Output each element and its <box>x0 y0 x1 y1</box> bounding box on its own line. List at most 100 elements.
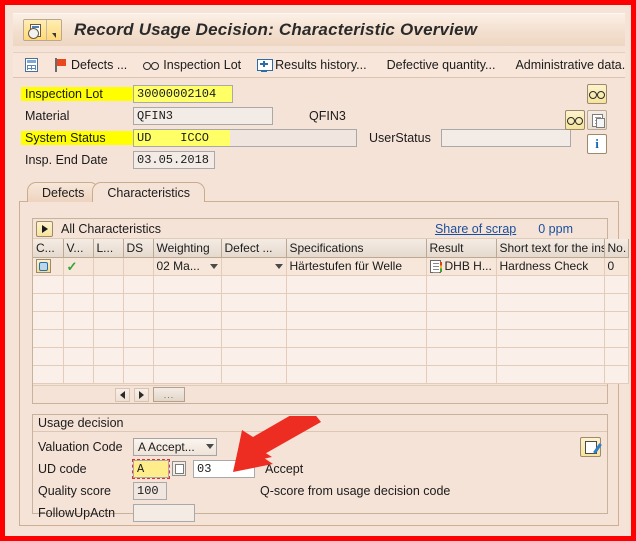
material-input[interactable]: QFIN3 <box>133 106 273 125</box>
tab-characteristics[interactable]: Characteristics <box>92 182 206 202</box>
cell-defect[interactable] <box>221 311 287 330</box>
col-l[interactable]: L... <box>93 239 124 258</box>
cell-weighting[interactable] <box>153 293 222 312</box>
arrow-left-icon[interactable] <box>115 387 130 402</box>
quality-score-input[interactable]: 100 <box>133 481 167 500</box>
cell-defect[interactable] <box>221 293 287 312</box>
cell-ds[interactable] <box>123 257 154 276</box>
grid-more-button[interactable]: ... <box>153 387 185 402</box>
table-row[interactable] <box>33 275 629 294</box>
cell-ds[interactable] <box>123 365 154 384</box>
cell-ds[interactable] <box>123 347 154 366</box>
play-triangle-icon[interactable] <box>36 220 53 237</box>
cell-l[interactable] <box>93 365 124 384</box>
cell-specifications[interactable]: Härtestufen für Welle <box>286 257 427 276</box>
glasses-button-left[interactable] <box>565 110 585 130</box>
cell-ds[interactable] <box>123 293 154 312</box>
cell-no[interactable] <box>604 275 629 294</box>
app-icon-group[interactable] <box>23 19 62 41</box>
cell-result[interactable] <box>426 347 497 366</box>
col-specifications[interactable]: Specifications <box>286 239 427 258</box>
cell-defect[interactable] <box>221 365 287 384</box>
toolbar-defects-button[interactable]: Defects ... <box>54 58 127 72</box>
cell-weighting[interactable] <box>153 365 222 384</box>
toolbar-defective-quantity-button[interactable]: Defective quantity... <box>383 58 496 72</box>
cell-result[interactable] <box>426 365 497 384</box>
cell-no[interactable] <box>604 311 629 330</box>
insp-end-date-input[interactable]: 03.05.2018 <box>133 150 215 169</box>
cell-l[interactable] <box>93 257 124 276</box>
edit-usage-decision-button[interactable] <box>580 437 601 457</box>
arrow-right-icon[interactable] <box>134 387 149 402</box>
col-weighting[interactable]: Weighting <box>153 239 222 258</box>
cell-specifications[interactable] <box>286 329 427 348</box>
cell-l[interactable] <box>93 347 124 366</box>
cell-defect[interactable] <box>221 275 287 294</box>
share-of-scrap-link[interactable]: Share of scrap <box>435 222 516 236</box>
cell-no[interactable]: 0 <box>604 257 629 276</box>
cell-weighting[interactable]: 02 Ma... <box>153 257 222 276</box>
table-row[interactable] <box>33 329 629 348</box>
cell-short-text[interactable] <box>496 293 605 312</box>
cell-result[interactable] <box>426 293 497 312</box>
cell-defect[interactable] <box>221 347 287 366</box>
cell-no[interactable] <box>604 365 629 384</box>
cell-result[interactable] <box>426 311 497 330</box>
inspection-lot-input[interactable]: 30000002104 <box>133 84 233 103</box>
cell-ds[interactable] <box>123 275 154 294</box>
table-row[interactable] <box>33 347 629 366</box>
cell-defect[interactable] <box>221 329 287 348</box>
cell-short-text[interactable] <box>496 275 605 294</box>
cell-short-text[interactable] <box>496 365 605 384</box>
table-row[interactable]: ✓ 02 Ma... Härtestufen für Welle DHB H..… <box>33 257 629 276</box>
col-ds[interactable]: DS <box>123 239 154 258</box>
table-row[interactable] <box>33 365 629 384</box>
copy-icon[interactable] <box>172 461 186 476</box>
cell-specifications[interactable] <box>286 311 427 330</box>
glasses-button-top[interactable] <box>587 84 607 104</box>
cell-l[interactable] <box>93 329 124 348</box>
toolbar-administrative-data-button[interactable]: Administrative data. <box>511 58 625 72</box>
cell-c[interactable] <box>33 293 64 312</box>
chevron-down-icon[interactable] <box>209 263 218 269</box>
cell-v[interactable] <box>63 293 94 312</box>
cell-short-text[interactable] <box>496 311 605 330</box>
cell-v[interactable] <box>63 347 94 366</box>
cell-short-text[interactable] <box>496 329 605 348</box>
cell-l[interactable] <box>93 311 124 330</box>
cell-l[interactable] <box>93 293 124 312</box>
cell-weighting[interactable] <box>153 311 222 330</box>
magnifier-grid-icon[interactable] <box>36 259 51 273</box>
valuation-code-select[interactable]: A Accept... <box>133 437 217 456</box>
cell-result[interactable] <box>426 275 497 294</box>
tab-defects[interactable]: Defects <box>27 182 100 202</box>
chevron-down-icon[interactable] <box>274 263 283 269</box>
cell-c[interactable] <box>33 311 64 330</box>
col-defect[interactable]: Defect ... <box>221 239 287 258</box>
cell-result[interactable] <box>426 329 497 348</box>
table-row[interactable] <box>33 311 629 330</box>
toolbar-grid-button[interactable] <box>25 58 38 72</box>
cell-defect[interactable] <box>221 257 287 276</box>
cell-c[interactable] <box>33 347 64 366</box>
table-row[interactable] <box>33 293 629 312</box>
follow-up-action-input[interactable] <box>133 503 195 522</box>
cell-short-text[interactable] <box>496 347 605 366</box>
cell-specifications[interactable] <box>286 275 427 294</box>
toolbar-inspection-lot-button[interactable]: Inspection Lot <box>143 58 241 72</box>
chevron-down-icon[interactable] <box>206 444 214 449</box>
cell-specifications[interactable] <box>286 365 427 384</box>
cell-specifications[interactable] <box>286 347 427 366</box>
cell-no[interactable] <box>604 329 629 348</box>
toolbar-results-history-button[interactable]: Results history... <box>257 58 367 72</box>
cell-short-text[interactable]: Hardness Check <box>496 257 605 276</box>
cell-weighting[interactable] <box>153 347 222 366</box>
col-v[interactable]: V... <box>63 239 94 258</box>
cell-v[interactable] <box>63 311 94 330</box>
col-result[interactable]: Result <box>426 239 497 258</box>
info-button[interactable]: i <box>587 134 607 154</box>
chevron-down-icon[interactable] <box>47 20 61 40</box>
cell-result[interactable]: DHB H... <box>426 257 497 276</box>
cell-c[interactable] <box>33 275 64 294</box>
cell-l[interactable] <box>93 275 124 294</box>
